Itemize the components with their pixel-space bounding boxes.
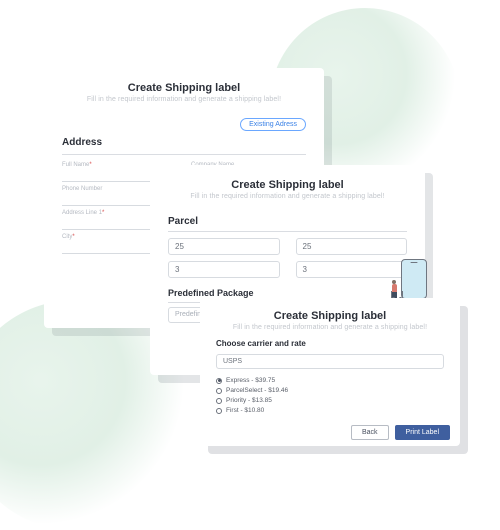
carrier-select[interactable]: USPS <box>216 354 444 369</box>
field-label: Full Name* <box>62 162 92 168</box>
card-title: Create Shipping label <box>62 82 306 94</box>
card-title: Create Shipping label <box>168 179 407 191</box>
illustration: 4 <box>361 225 431 305</box>
radio-icon <box>216 398 222 404</box>
divider <box>62 154 306 155</box>
card-carrier: Create Shipping label Fill in the requir… <box>200 298 460 446</box>
radio-icon <box>216 408 222 414</box>
card-subtitle: Fill in the required information and gen… <box>168 193 407 200</box>
rate-option[interactable]: Express - $39.75 <box>216 377 444 384</box>
rate-label: First - $10.80 <box>226 407 264 414</box>
rate-option[interactable]: ParcelSelect - $19.46 <box>216 387 444 394</box>
section-header-address: Address <box>62 137 102 148</box>
field-label: Address Line 1* <box>62 210 104 216</box>
existing-address-button[interactable]: Existing Adress <box>240 118 306 131</box>
rate-option[interactable]: Priority - $13.85 <box>216 397 444 404</box>
phone-icon <box>401 259 427 299</box>
rate-label: Express - $39.75 <box>226 377 275 384</box>
field-label: Phone Number <box>62 186 102 192</box>
rate-option[interactable]: First - $10.80 <box>216 407 444 414</box>
print-label-button[interactable]: Print Label <box>395 425 450 440</box>
radio-icon <box>216 388 222 394</box>
rate-label: ParcelSelect - $19.46 <box>226 387 288 394</box>
back-button[interactable]: Back <box>351 425 389 440</box>
field-label: City* <box>62 234 75 240</box>
card-title: Create Shipping label <box>216 310 444 322</box>
rate-radio-group: Express - $39.75 ParcelSelect - $19.46 P… <box>216 377 444 414</box>
radio-icon <box>216 378 222 384</box>
parcel-dim-c[interactable]: 3 <box>168 261 280 278</box>
card-subtitle: Fill in the required information and gen… <box>216 324 444 331</box>
section-header-carrier: Choose carrier and rate <box>216 339 444 348</box>
card-subtitle: Fill in the required information and gen… <box>62 96 306 103</box>
parcel-dim-a[interactable]: 25 <box>168 238 280 255</box>
rate-label: Priority - $13.85 <box>226 397 272 404</box>
